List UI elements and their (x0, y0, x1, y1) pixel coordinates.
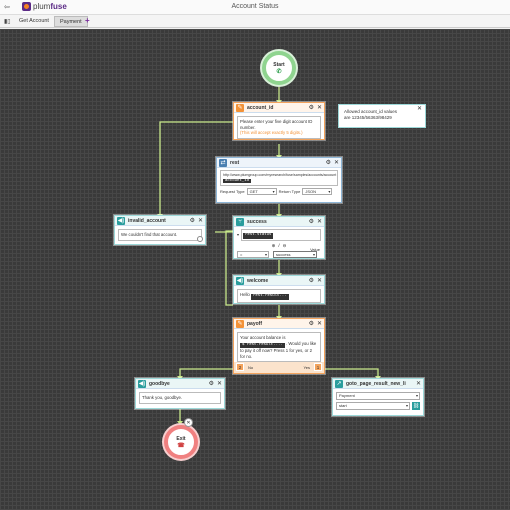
prompt-text[interactable]: We couldn't find that account. (118, 229, 202, 241)
output-port[interactable] (197, 236, 203, 242)
yes-label: Yes (303, 365, 310, 370)
exit-node[interactable]: Exit ☎ (164, 425, 198, 459)
node-title: success (247, 218, 267, 225)
no-key-port[interactable]: 2 (236, 363, 244, 371)
rest-icon: ⇄ (219, 158, 227, 167)
node-goto-page[interactable]: ↗ goto_page_result_new_li ✕ Payment star… (332, 378, 424, 416)
no-label: No (248, 365, 254, 370)
close-icon[interactable]: ✕ (317, 218, 322, 225)
close-icon[interactable]: ✕ (217, 380, 222, 387)
settings-icon[interactable]: ⚙ (190, 217, 195, 224)
remove-condition-icon[interactable]: ⊖ (283, 243, 287, 249)
url-token[interactable]: account_id (223, 178, 252, 184)
start-node[interactable]: Start ✆ (262, 51, 296, 85)
node-invalid-account[interactable]: ◀) invalid_account ⚙ ✕ We couldn't find t… (114, 215, 206, 245)
tab-bar: ▮▯ Get Account Payment + (0, 15, 510, 28)
audio-icon: ◀) (236, 276, 244, 285)
operator-select[interactable]: = (237, 250, 269, 258)
goto-page-icon: ↗ (335, 379, 343, 388)
top-bar: ⇦ plumfuse Account Status (0, 0, 510, 15)
prompt-text[interactable]: Your account balance is (240, 335, 285, 340)
value-input[interactable]: success (273, 250, 317, 258)
page-select[interactable]: Payment (336, 392, 420, 400)
node-welcome[interactable]: ◀) welcome ⚙ ✕ Hello rest.result... (233, 275, 325, 304)
toggle-icon[interactable]: ▾ (237, 232, 239, 237)
request-type-label: Request Type (220, 189, 245, 195)
node-title: rest (230, 159, 240, 166)
input-icon: ✎ (236, 103, 244, 112)
node-title: goto_page_result_new_li (346, 380, 406, 387)
node-title: account_id (247, 104, 274, 111)
input-icon: ✎ (236, 319, 244, 328)
close-icon[interactable]: ✕ (198, 217, 203, 224)
node-goodbye[interactable]: ◀) goodbye ⚙ ✕ Thank you, goodbye. (135, 378, 225, 409)
settings-icon[interactable]: ⚙ (309, 277, 314, 284)
node-title: payoff (247, 320, 262, 327)
flow-canvas[interactable]: Start ✆ ✎ account_id ⚙ ✕ Please enter you… (0, 29, 510, 510)
rest-url[interactable]: http://www.plumgroup.com/myresearch/fuse… (223, 173, 336, 177)
prompt-text[interactable]: Please enter your five digit account ID … (240, 119, 312, 130)
close-icon[interactable]: ✕ (334, 159, 339, 166)
node-title: welcome (247, 277, 269, 284)
return-type-select[interactable]: JSON (302, 188, 333, 196)
link-icon[interactable]: ⛓ (412, 402, 420, 410)
audio-icon: ◀) (117, 216, 125, 225)
node-rest[interactable]: ⇄ rest ⚙ ✕ http://www.plumgroup.com/myres… (216, 157, 342, 203)
condition-token[interactable]: rest.status (243, 233, 274, 239)
hangup-icon: ☎ (177, 442, 185, 449)
node-account-id[interactable]: ✎ account_id ⚙ ✕ Please enter your five d… (233, 102, 325, 140)
request-type-select[interactable]: GET (246, 188, 277, 196)
close-icon[interactable]: ✕ (417, 106, 422, 112)
node-title: invalid_account (128, 217, 166, 224)
add-condition-icon[interactable]: ⊕ (272, 243, 276, 249)
settings-icon[interactable]: ⚙ (309, 218, 314, 225)
add-page-icon[interactable]: + (85, 16, 90, 25)
close-icon[interactable]: ✕ (317, 277, 322, 284)
hint-text: (This will accept exactly 5 digits.) (240, 130, 303, 135)
node-title: goodbye (149, 380, 170, 387)
settings-icon[interactable]: ⚙ (309, 104, 314, 111)
close-icon[interactable]: ✕ (416, 380, 421, 387)
prompt-token[interactable]: rest.result... (251, 294, 289, 300)
settings-icon[interactable]: ⚙ (326, 159, 331, 166)
panel-toggle-icon[interactable]: ▮▯ (4, 18, 11, 25)
settings-icon[interactable]: ⚙ (309, 320, 314, 327)
node-success[interactable]: ⑂ success ⚙✕ ▾ rest.status ⊕/⊖ Value = s… (233, 216, 325, 259)
audio-icon: ◀) (138, 379, 146, 388)
prompt-text[interactable]: Thank you, goodbye. (139, 392, 221, 404)
node-payoff[interactable]: ✎ payoff ⚙ ✕ Your account balance is $ re… (233, 318, 325, 374)
entry-point-select[interactable]: start (336, 402, 410, 410)
exit-close-icon[interactable]: ✕ (184, 418, 193, 427)
note-line-2: are 12345/56363/98429 (344, 115, 392, 120)
return-type-label: Return Type (278, 189, 301, 195)
tab-get-account[interactable]: Get Account (14, 16, 54, 27)
prompt-text[interactable]: Hello (240, 292, 250, 297)
page-title: Account Status (231, 3, 279, 10)
branch-icon: ⑂ (236, 217, 244, 226)
phone-icon: ✆ (276, 68, 282, 75)
close-icon[interactable]: ✕ (317, 104, 322, 111)
close-icon[interactable]: ✕ (317, 320, 322, 327)
comment-note[interactable]: ✕ Allowed account_id values are 12345/56… (338, 104, 426, 128)
settings-icon[interactable]: ⚙ (209, 380, 214, 387)
yes-key-port[interactable]: 1 (314, 363, 322, 371)
tab-payment[interactable]: Payment (54, 16, 88, 27)
